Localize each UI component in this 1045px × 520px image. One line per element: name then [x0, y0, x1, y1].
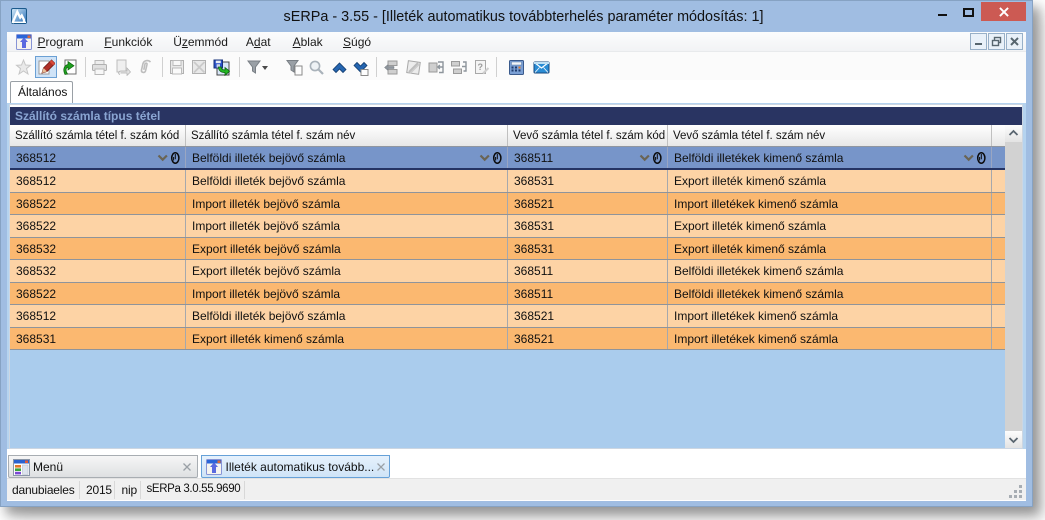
svg-text:?: ?: [478, 62, 484, 72]
